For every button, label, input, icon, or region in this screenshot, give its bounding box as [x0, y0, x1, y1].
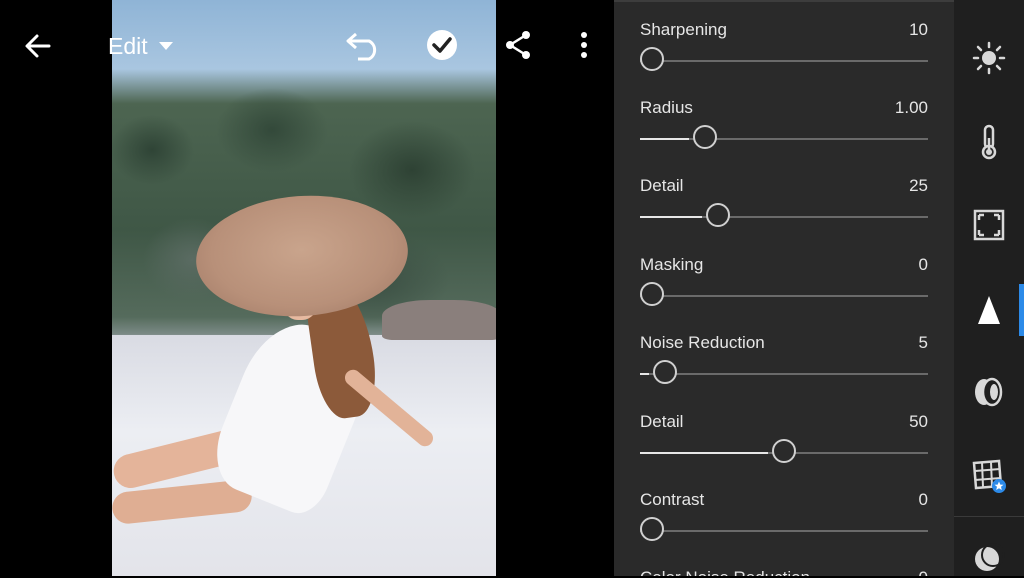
done-button[interactable]	[424, 26, 460, 64]
detail-icon	[978, 296, 1000, 324]
effects-icon	[973, 209, 1005, 241]
caret-down-icon	[158, 42, 173, 50]
back-arrow-icon	[25, 34, 51, 58]
geometry-tool-button[interactable]	[969, 456, 1009, 496]
slider-label: Radius	[640, 98, 693, 117]
undo-button[interactable]	[344, 26, 384, 64]
detail-tool-button[interactable]	[969, 290, 1009, 330]
slider-knob[interactable]	[653, 360, 678, 384]
slider-value: 0	[918, 490, 928, 509]
slider-fill	[640, 216, 702, 218]
slider-value: 5	[918, 333, 928, 352]
share-button[interactable]	[500, 26, 536, 64]
slider-masking[interactable]: Masking 0	[640, 235, 928, 313]
more-vertical-icon	[581, 32, 587, 58]
light-icon	[972, 41, 1006, 75]
more-options-button[interactable]	[566, 26, 602, 64]
slider-label: Noise Reduction	[640, 333, 765, 352]
back-button[interactable]	[20, 28, 56, 64]
slider-track[interactable]	[640, 373, 928, 375]
slider-value: 10	[909, 20, 928, 39]
slider-knob[interactable]	[640, 517, 664, 541]
geometry-icon	[972, 459, 1006, 493]
slider-value: 25	[909, 176, 928, 195]
slider-label-color-noise-reduction: Color Noise Reduction	[640, 568, 810, 576]
light-tool-button[interactable]	[969, 38, 1009, 78]
rail-divider	[954, 516, 1024, 517]
top-toolbar: Edit	[0, 0, 614, 90]
slider-noise-detail[interactable]: Detail 50	[640, 392, 928, 470]
slider-value: 50	[909, 412, 928, 431]
slider-label: Detail	[640, 412, 684, 431]
slider-track[interactable]	[640, 60, 928, 62]
color-tool-button[interactable]	[969, 122, 1009, 162]
optics-tool-button[interactable]	[969, 372, 1009, 412]
active-tool-indicator	[1019, 284, 1024, 336]
slider-radius[interactable]: Radius 1.00	[640, 78, 928, 156]
share-icon	[506, 31, 530, 59]
mode-label: Edit	[108, 32, 148, 59]
effects-tool-button[interactable]	[969, 205, 1009, 245]
slider-value-color-noise-reduction: 0	[919, 568, 928, 576]
slider-label: Sharpening	[640, 20, 727, 39]
undo-icon	[346, 32, 377, 61]
slider-value: 1.00	[894, 98, 928, 117]
mode-dropdown[interactable]: Edit	[108, 30, 174, 62]
slider-fill	[640, 452, 768, 454]
slider-noise-reduction[interactable]: Noise Reduction 5	[640, 313, 928, 391]
slider-knob[interactable]	[692, 125, 717, 149]
healing-icon	[975, 543, 1005, 571]
slider-contrast[interactable]: Contrast 0	[640, 470, 928, 548]
slider-track[interactable]	[640, 530, 928, 532]
slider-detail[interactable]: Detail 25	[640, 156, 928, 234]
healing-tool-button[interactable]	[969, 538, 1009, 578]
slider-fill	[640, 373, 650, 375]
slider-knob[interactable]	[772, 439, 796, 463]
slider-fill	[640, 138, 689, 140]
checkmark-circle-icon	[427, 30, 457, 60]
slider-knob[interactable]	[640, 282, 664, 306]
slider-track[interactable]	[640, 295, 928, 297]
slider-knob[interactable]	[640, 47, 664, 71]
tool-rail	[954, 0, 1024, 576]
detail-adjustments-panel: Sharpening 10 Radius 1.00 Detail 25 Mask…	[614, 0, 954, 576]
slider-label: Detail	[640, 176, 684, 195]
slider-value: 0	[918, 255, 928, 274]
photo-rocks	[382, 300, 496, 340]
optics-icon	[975, 377, 1003, 407]
slider-label: Contrast	[640, 490, 705, 509]
color-temperature-icon	[981, 124, 997, 160]
slider-knob[interactable]	[706, 203, 730, 227]
slider-sharpening[interactable]: Sharpening 10	[640, 0, 928, 78]
slider-label: Masking	[640, 255, 704, 274]
